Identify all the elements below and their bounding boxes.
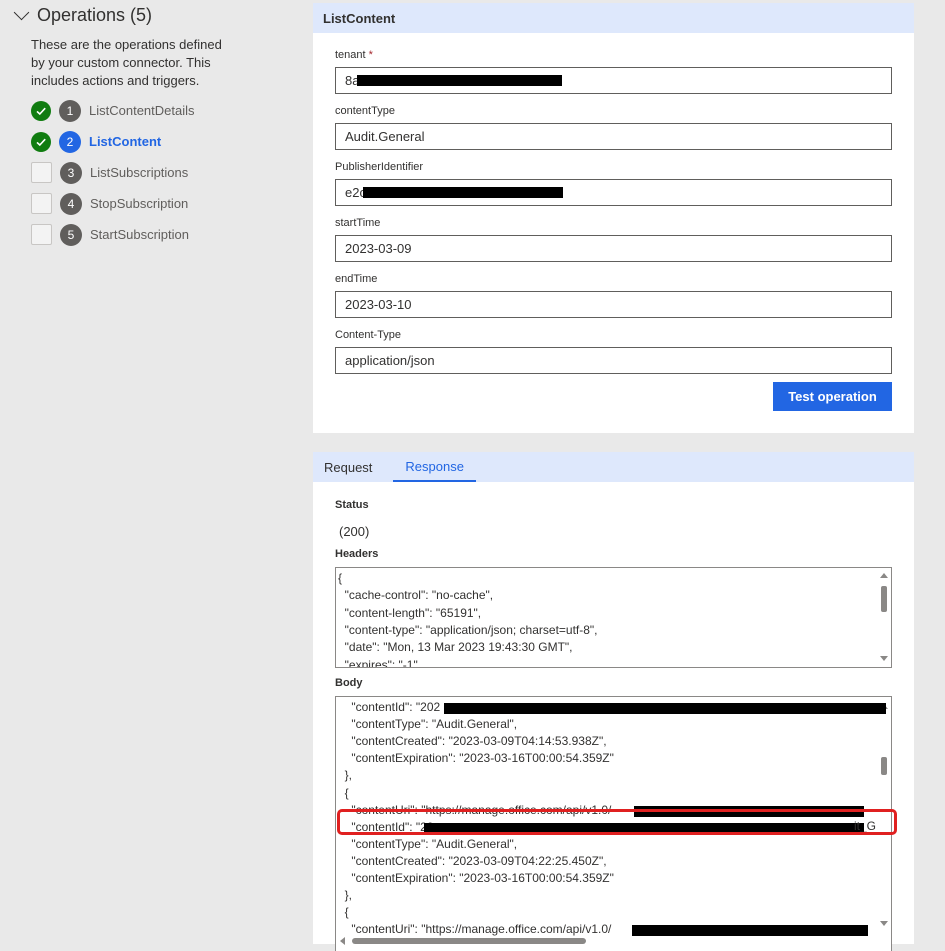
test-operation-button[interactable]: Test operation — [773, 382, 892, 411]
code-line: }, — [338, 768, 353, 783]
field-label-text: PublisherIdentifier — [335, 161, 424, 173]
field-label: tenant * — [335, 48, 892, 62]
code-line: "contentUri": "https://manage.office.com… — [338, 922, 612, 937]
form-title: ListContent — [313, 3, 914, 33]
input-starttime[interactable]: 2023-03-09 — [335, 235, 892, 262]
step-number-badge: 5 — [60, 223, 82, 246]
tab-request[interactable]: Request — [313, 452, 383, 482]
operation-item-startsubscription[interactable]: 5 StartSubscription — [31, 219, 292, 250]
operation-item-listcontentdetails[interactable]: 1 ListContentDetails — [31, 95, 292, 126]
input-value: 2023-03-09 — [345, 241, 412, 256]
field-label: PublisherIdentifier — [335, 160, 892, 174]
form-fields: tenant * 8a contentType Audit.General Publis… — [313, 33, 914, 374]
code-line: { — [338, 785, 349, 800]
operation-item-listsubscriptions[interactable]: 3 ListSubscriptions — [31, 157, 292, 188]
field-label-text: startTime — [335, 217, 381, 229]
checkbox[interactable] — [31, 193, 52, 214]
scroll-thumb[interactable] — [881, 586, 887, 612]
field-label-text: Content-Type — [335, 329, 402, 341]
code-line: "contentId": "202 — [338, 700, 441, 714]
code-line: "expires": "-1", — [338, 657, 422, 668]
operation-item-stopsubscription[interactable]: 4 StopSubscription — [31, 188, 292, 219]
checkbox[interactable] — [31, 162, 52, 183]
field-label-text: contentType — [335, 105, 395, 117]
check-icon[interactable] — [31, 131, 51, 152]
status-value: (200) — [339, 524, 370, 539]
field-label-text: tenant — [335, 49, 366, 61]
scroll-up-icon[interactable] — [880, 573, 888, 578]
check-icon[interactable] — [31, 100, 51, 121]
operation-form-panel: ListContent tenant * 8a contentType Audit.G… — [313, 3, 914, 433]
field-label: endTime — [335, 272, 892, 286]
operations-title: Operations (5) — [37, 4, 153, 25]
operation-name: StartSubscription — [90, 227, 189, 242]
code-line: "cache-control": "no-cache", — [338, 588, 494, 603]
operations-panel: Operations (5) These are the operations … — [12, 4, 292, 250]
redaction-bar — [444, 703, 886, 714]
operation-name: StopSubscription — [90, 196, 189, 211]
operations-list: 1 ListContentDetails 2 ListContent 3 ListSubs… — [31, 95, 292, 250]
field-label: startTime — [335, 216, 892, 230]
code-line: "content-type": "application/json; chars… — [338, 622, 598, 637]
redaction-bar — [363, 187, 563, 198]
operation-name: ListSubscriptions — [90, 165, 189, 180]
step-number-badge: 4 — [60, 192, 82, 215]
scroll-down-icon[interactable] — [880, 921, 888, 926]
code-line: "contentType": "Audit.General", — [338, 717, 518, 732]
redaction-bar — [357, 75, 562, 86]
operations-header[interactable]: Operations (5) — [12, 4, 292, 26]
redaction-bar — [632, 925, 868, 936]
input-endtime[interactable]: 2023-03-10 — [335, 291, 892, 318]
step-number-badge: 3 — [60, 161, 82, 184]
code-line: "content-length": "65191", — [338, 605, 482, 620]
scroll-down-icon[interactable] — [880, 656, 888, 661]
code-line: "contentCreated": "2023-03-09T04:14:53.9… — [338, 734, 607, 749]
operations-description: These are the operations defined by your… — [31, 37, 222, 88]
field-label: contentType — [335, 104, 892, 118]
code-line: "contentCreated": "2023-03-09T04:22:25.4… — [338, 853, 607, 868]
headers-label: Headers — [335, 548, 379, 560]
input-publisheridentifier[interactable]: e2c — [335, 179, 892, 206]
body-label: Body — [335, 677, 363, 689]
headers-scrollbar[interactable] — [877, 568, 891, 667]
code-line: { — [338, 571, 343, 585]
field-label-text: endTime — [335, 273, 378, 285]
headers-textbox[interactable]: { "cache-control": "no-cache", "content-… — [335, 567, 892, 668]
step-number-badge: 2 — [59, 130, 81, 153]
required-mark: * — [368, 49, 373, 61]
code-line: "contentType": "Audit.General", — [338, 836, 518, 851]
response-panel: Request Response Status (200) Headers { … — [313, 452, 914, 951]
code-line: "contentExpiration": "2023-03-16T00:00:5… — [338, 871, 614, 885]
status-label: Status — [335, 499, 369, 511]
code-line: "contentExpiration": "2023-03-16T00:00:5… — [338, 751, 614, 766]
operation-name: ListContent — [89, 134, 162, 149]
checkbox[interactable] — [31, 224, 52, 245]
tab-response[interactable]: Response — [393, 452, 476, 482]
input-value: application/json — [345, 353, 435, 368]
input-content-type[interactable]: application/json — [335, 347, 892, 374]
scroll-thumb[interactable] — [881, 757, 887, 775]
operation-item-listcontent[interactable]: 2 ListContent — [31, 126, 292, 157]
input-tenant[interactable]: 8a — [335, 67, 892, 94]
code-line: }, — [338, 888, 353, 903]
code-line: { — [338, 905, 349, 920]
input-contenttype[interactable]: Audit.General — [335, 123, 892, 150]
operation-name: ListContentDetails — [89, 103, 195, 118]
chevron-down-icon[interactable] — [13, 4, 30, 20]
step-number-badge: 1 — [59, 99, 81, 122]
input-value: Audit.General — [345, 129, 425, 144]
response-tabs: Request Response — [313, 452, 914, 482]
highlight-box — [337, 809, 897, 835]
input-value: 2023-03-10 — [345, 297, 412, 312]
field-label: Content-Type — [335, 328, 892, 342]
horizontal-scroll-thumb[interactable] — [352, 938, 586, 944]
code-line: "date": "Mon, 13 Mar 2023 19:43:30 GMT", — [338, 640, 573, 655]
